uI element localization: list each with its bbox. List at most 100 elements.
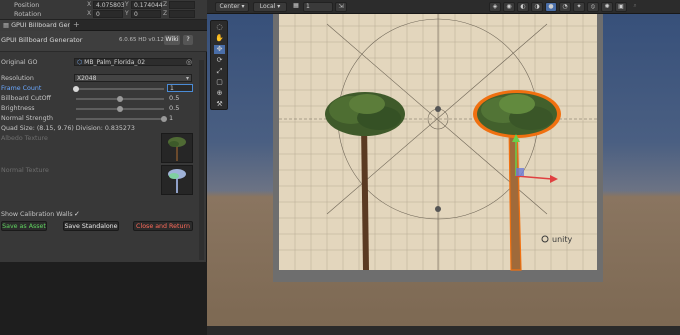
rotation-row: Rotation X 0 Y 0 Z	[0, 10, 207, 19]
audio-icon[interactable]: ◔	[559, 2, 571, 12]
scene-view[interactable]: unity	[207, 14, 680, 335]
space-label: Local	[259, 3, 276, 10]
billboard-cutoff-value[interactable]: 0.5	[169, 94, 179, 103]
close-and-return-button[interactable]: Close and Return	[133, 221, 193, 231]
palm-thumbnail-icon	[168, 137, 186, 161]
position-z-field[interactable]	[169, 1, 195, 9]
normal-strength-label: Normal Strength	[1, 115, 54, 122]
palm-normal-thumbnail-icon	[168, 169, 186, 193]
scene-canvas: unity	[273, 14, 603, 282]
layers-icon[interactable]: ◈	[489, 2, 501, 12]
pos-z-axis-label: Z	[163, 1, 168, 8]
original-go-field[interactable]: ⬡ MB_Palm_Florida_02	[74, 58, 192, 66]
pos-y-axis-label: Y	[125, 1, 129, 8]
billboard-cutoff-label: Billboard CutOff	[1, 95, 51, 102]
rot-y-axis-label: Y	[125, 10, 129, 17]
normal-strength-knob[interactable]	[161, 115, 167, 122]
camera-icon[interactable]: ▣	[615, 2, 627, 12]
frame-count-label: Frame Count	[1, 85, 42, 92]
calibration-row: Show Calibration Walls ✓	[0, 210, 200, 219]
position-x-field[interactable]: 4.075803	[93, 1, 125, 9]
help-button[interactable]: ?	[183, 35, 193, 45]
calibration-checkbox[interactable]: ✓	[74, 210, 80, 219]
resolution-row: Resolution X2048 ▾	[0, 74, 200, 83]
frame-count-knob[interactable]	[73, 85, 79, 92]
scene-toolbar: Center ▾ Local ▾ ▦ 1 ⇲ ◈ ◉ ◐ ◑ ● ◔ ✦ ⦸ ✺…	[207, 0, 680, 14]
render-mode-icon[interactable]: ◐	[517, 2, 529, 12]
frame-count-row: Frame Count 1	[0, 84, 200, 93]
quad-size-text: Quad Size: (8.15, 9.76) Division: 0.8352…	[1, 125, 135, 132]
view-tool-icon[interactable]: ◌	[214, 23, 225, 32]
albedo-texture-preview[interactable]	[161, 133, 193, 163]
tab-billboard-generator[interactable]: ▦ GPUI Billboard Generator	[0, 20, 70, 31]
original-go-row: Original GO ⬡ MB_Palm_Florida_02 ◎	[0, 58, 200, 67]
rotation-z-field[interactable]	[169, 10, 195, 18]
pivot-label: Center	[219, 3, 240, 10]
hand-tool-icon[interactable]: ✋	[214, 34, 225, 43]
chevron-down-icon: ▾	[186, 75, 190, 82]
save-standalone-button[interactable]: Save Standalone	[63, 221, 119, 231]
scale-tool-icon[interactable]: ⤢	[214, 67, 225, 76]
normal-strength-value[interactable]: 1	[169, 114, 173, 123]
rotation-x-field[interactable]: 0	[93, 10, 123, 18]
custom-tool-icon[interactable]: ⚒	[214, 100, 225, 109]
original-go-value: MB_Palm_Florida_02	[84, 59, 146, 66]
position-label: Position	[14, 1, 40, 9]
tool-palette: ◌ ✋ ✥ ⟳ ⤢ ▢ ⊕ ⚒	[210, 20, 228, 110]
transform-tool-icon[interactable]: ⊕	[214, 89, 225, 98]
resolution-dropdown[interactable]: X2048	[74, 74, 192, 82]
pos-x-axis-label: X	[87, 1, 92, 8]
resolution-value: X2048	[77, 75, 97, 82]
unity-watermark: unity	[552, 235, 573, 244]
window-header: GPUI Billboard Generator 6.0.65 HD v0.12…	[0, 31, 207, 52]
brightness-row: Brightness 0.5	[0, 104, 200, 113]
albedo-label: Albedo Texture	[1, 135, 48, 142]
object-picker-icon[interactable]: ◎	[186, 58, 192, 67]
search-icon[interactable]: ⌕	[629, 2, 641, 12]
2d-toggle-icon[interactable]: ●	[545, 2, 557, 12]
frame-count-slider[interactable]	[76, 88, 164, 90]
add-tab-button[interactable]: +	[73, 20, 80, 30]
window-icon: ▦	[3, 21, 12, 29]
move-tool-icon[interactable]: ✥	[214, 45, 225, 54]
normal-texture-preview[interactable]	[161, 165, 193, 195]
normal-texture-label: Normal Texture	[1, 167, 49, 174]
transform-strip: Position X 4.075803 Y 0.174044 Z Rotatio…	[0, 0, 207, 20]
grid-snap-icon[interactable]: ▦	[291, 2, 301, 12]
rot-z-axis-label: Z	[163, 10, 168, 17]
frame-count-field[interactable]: 1	[167, 84, 193, 92]
rot-x-axis-label: X	[87, 10, 92, 17]
rect-tool-icon[interactable]: ▢	[214, 78, 225, 87]
snap-toggle-icon[interactable]: ⇲	[335, 2, 347, 12]
effects-icon[interactable]: ✦	[573, 2, 585, 12]
rotation-y-field[interactable]: 0	[131, 10, 161, 18]
pivot-center-dropdown[interactable]: Center ▾	[215, 2, 249, 12]
shading-icon[interactable]: ◑	[531, 2, 543, 12]
position-y-field[interactable]: 0.174044	[131, 1, 163, 9]
normal-strength-slider[interactable]	[76, 118, 164, 120]
billboard-cutoff-knob[interactable]	[117, 95, 123, 102]
rotation-label: Rotation	[14, 10, 42, 18]
scene-bottom-overlay	[207, 326, 680, 335]
visibility-icon[interactable]: ◉	[503, 2, 515, 12]
brightness-value[interactable]: 0.5	[169, 104, 179, 113]
position-row: Position X 4.075803 Y 0.174044 Z	[0, 1, 207, 10]
tab-title: GPUI Billboard Generator	[11, 21, 70, 29]
normal-strength-row: Normal Strength 1	[0, 114, 200, 123]
header-title: GPUI Billboard Generator	[1, 36, 83, 44]
inspector-scrollbar[interactable]	[199, 60, 204, 260]
calibration-label: Show Calibration Walls	[1, 211, 73, 218]
prefab-icon: ⬡	[77, 59, 83, 66]
quad-size-row: Quad Size: (8.15, 9.76) Division: 0.8352…	[0, 124, 200, 133]
wiki-button[interactable]: Wiki	[164, 35, 180, 45]
hidden-objects-icon[interactable]: ⦸	[587, 2, 599, 12]
rotate-tool-icon[interactable]: ⟳	[214, 56, 225, 65]
space-local-dropdown[interactable]: Local ▾	[253, 2, 287, 12]
tab-bar: ▦ GPUI Billboard Generator +	[0, 20, 207, 31]
original-go-label: Original GO	[1, 59, 38, 66]
brightness-knob[interactable]	[117, 105, 123, 112]
gizmos-icon[interactable]: ✺	[601, 2, 613, 12]
snap-increment-field[interactable]: 1	[303, 2, 333, 12]
billboard-cutoff-row: Billboard CutOff 0.5	[0, 94, 200, 103]
save-as-asset-button[interactable]: Save as Asset	[1, 221, 47, 231]
